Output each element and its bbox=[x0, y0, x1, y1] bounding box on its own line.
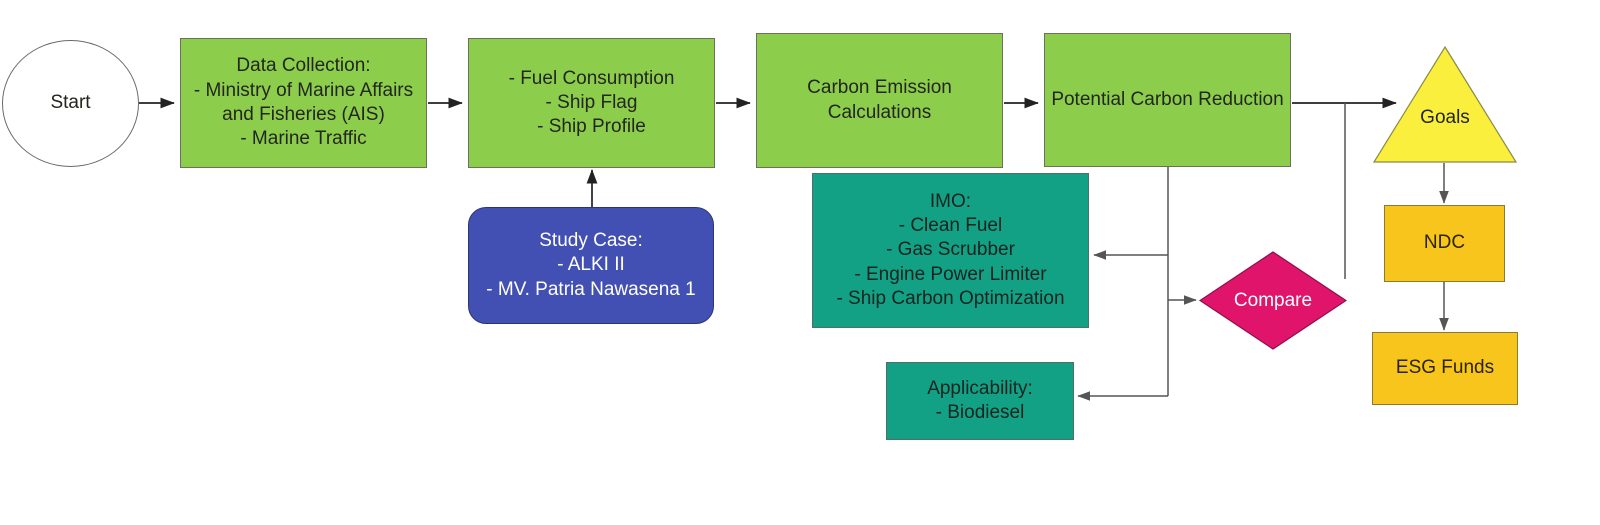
node-imo-label: IMO: - Clean Fuel - Gas Scrubber - Engin… bbox=[836, 190, 1065, 309]
node-ship-inputs-label: - Fuel Consumption - Ship Flag - Ship Pr… bbox=[508, 67, 675, 138]
flowchart-canvas: Start Data Collection: - Ministry of Mar… bbox=[0, 0, 1600, 525]
node-ship-inputs[interactable]: - Fuel Consumption - Ship Flag - Ship Pr… bbox=[468, 38, 715, 168]
node-esg-funds[interactable]: ESG Funds bbox=[1372, 332, 1518, 405]
node-compare[interactable]: Compare bbox=[1199, 251, 1347, 350]
node-potential-reduction[interactable]: Potential Carbon Reduction bbox=[1044, 33, 1291, 167]
node-ndc[interactable]: NDC bbox=[1384, 205, 1505, 282]
node-start[interactable]: Start bbox=[2, 40, 139, 167]
node-carbon-calc-label: Carbon Emission Calculations bbox=[807, 77, 952, 123]
triangle-shape bbox=[1372, 45, 1518, 163]
node-ndc-label: NDC bbox=[1423, 232, 1466, 254]
node-study-case-label: Study Case: - ALKI II - MV. Patria Nawas… bbox=[486, 230, 696, 300]
node-carbon-calc[interactable]: Carbon Emission Calculations bbox=[756, 33, 1003, 168]
node-applicability[interactable]: Applicability: - Biodiesel bbox=[886, 362, 1074, 440]
node-data-collection-label: Data Collection: - Ministry of Marine Af… bbox=[193, 55, 414, 150]
node-goals[interactable]: Goals bbox=[1372, 45, 1518, 164]
diamond-shape bbox=[1199, 251, 1347, 350]
node-imo[interactable]: IMO: - Clean Fuel - Gas Scrubber - Engin… bbox=[812, 173, 1089, 328]
node-study-case[interactable]: Study Case: - ALKI II - MV. Patria Nawas… bbox=[468, 207, 714, 324]
node-applicability-label: Applicability: - Biodiesel bbox=[927, 377, 1033, 423]
node-esg-funds-label: ESG Funds bbox=[1395, 357, 1495, 379]
node-start-label: Start bbox=[50, 92, 91, 114]
node-potential-reduction-label: Potential Carbon Reduction bbox=[1051, 88, 1284, 110]
node-data-collection[interactable]: Data Collection: - Ministry of Marine Af… bbox=[180, 38, 427, 168]
